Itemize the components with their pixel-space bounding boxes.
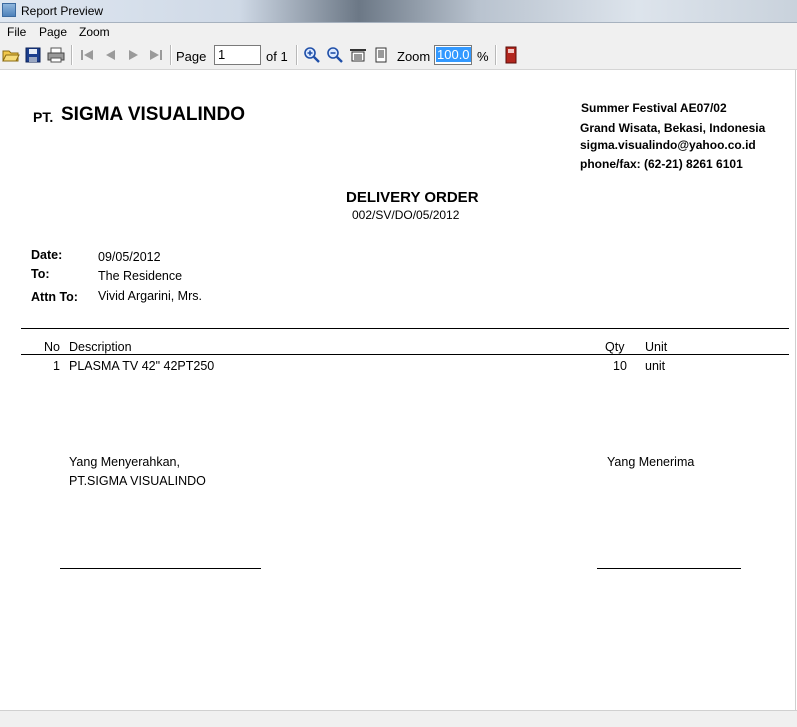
zoom-label: Zoom [397, 49, 431, 64]
toolbar-separator [495, 45, 497, 65]
date-value: 09/05/2012 [98, 250, 161, 264]
save-icon[interactable] [24, 46, 42, 64]
close-preview-icon[interactable] [502, 46, 520, 64]
toolbar-separator [71, 45, 73, 65]
receiver-label: Yang Menerima [607, 455, 695, 469]
column-header-qty: Qty [605, 340, 625, 354]
window-title: Report Preview [21, 4, 104, 18]
table-top-rule [21, 328, 789, 329]
page-label: Page [176, 49, 207, 64]
column-header-description: Description [69, 340, 132, 354]
company-prefix: PT. [33, 109, 54, 125]
row-description: PLASMA TV 42" 42PT250 [69, 359, 215, 373]
zoom-unit-label: % [477, 49, 489, 64]
menu-bar: File Page Zoom [0, 23, 797, 41]
to-value: The Residence [98, 269, 183, 283]
attn-label: Attn To: [31, 290, 78, 304]
menu-zoom[interactable]: Zoom [79, 25, 110, 39]
phone-fax: phone/fax: (62-21) 8261 6101 [580, 157, 743, 171]
toolbar: Page 1 of 1 Zoom 100.0 % [0, 41, 797, 70]
toolbar-separator [296, 45, 298, 65]
to-label: To: [31, 267, 50, 281]
first-page-icon[interactable] [78, 46, 96, 64]
open-folder-icon[interactable] [2, 46, 20, 64]
last-page-icon[interactable] [147, 46, 165, 64]
sender-label: Yang Menyerahkan, [69, 455, 180, 469]
column-header-no: No [44, 340, 60, 354]
next-page-icon[interactable] [125, 46, 143, 64]
report-page: PT. SIGMA VISUALINDO Summer Festival AE0… [0, 70, 796, 710]
status-bar [0, 710, 797, 727]
zoom-value: 100.0 [436, 47, 471, 62]
row-qty: 10 [613, 359, 627, 373]
table-header-rule [21, 354, 789, 355]
app-icon [2, 3, 16, 17]
row-unit: unit [645, 359, 666, 373]
zoom-in-icon[interactable] [303, 46, 321, 64]
previous-page-icon[interactable] [101, 46, 119, 64]
page-count-label: of 1 [266, 49, 288, 64]
column-header-unit: Unit [645, 340, 668, 354]
sender-company: PT.SIGMA VISUALINDO [69, 474, 206, 488]
page-number-input[interactable]: 1 [214, 45, 261, 65]
document-title: DELIVERY ORDER [346, 189, 479, 206]
menu-file[interactable]: File [7, 25, 26, 39]
zoom-input[interactable]: 100.0 [434, 45, 472, 65]
company-name: SIGMA VISUALINDO [61, 104, 246, 125]
menu-page[interactable]: Page [39, 25, 67, 39]
zoom-out-icon[interactable] [326, 46, 344, 64]
receiver-signature-line [597, 568, 741, 569]
print-icon[interactable] [47, 46, 65, 64]
attn-value: Vivid Argarini, Mrs. [98, 289, 202, 303]
toolbar-separator [170, 45, 172, 65]
page-width-icon[interactable] [349, 46, 367, 64]
address-line: Summer Festival AE07/02 [581, 101, 727, 115]
whole-page-icon[interactable] [372, 46, 390, 64]
document-number: 002/SV/DO/05/2012 [352, 208, 460, 222]
address-line: Grand Wisata, Bekasi, Indonesia [580, 121, 766, 135]
sender-signature-line [60, 568, 261, 569]
row-no: 1 [53, 359, 60, 373]
date-label: Date: [31, 248, 63, 262]
email-address: sigma.visualindo@yahoo.co.id [580, 138, 756, 152]
title-bar: Report Preview [0, 0, 797, 23]
